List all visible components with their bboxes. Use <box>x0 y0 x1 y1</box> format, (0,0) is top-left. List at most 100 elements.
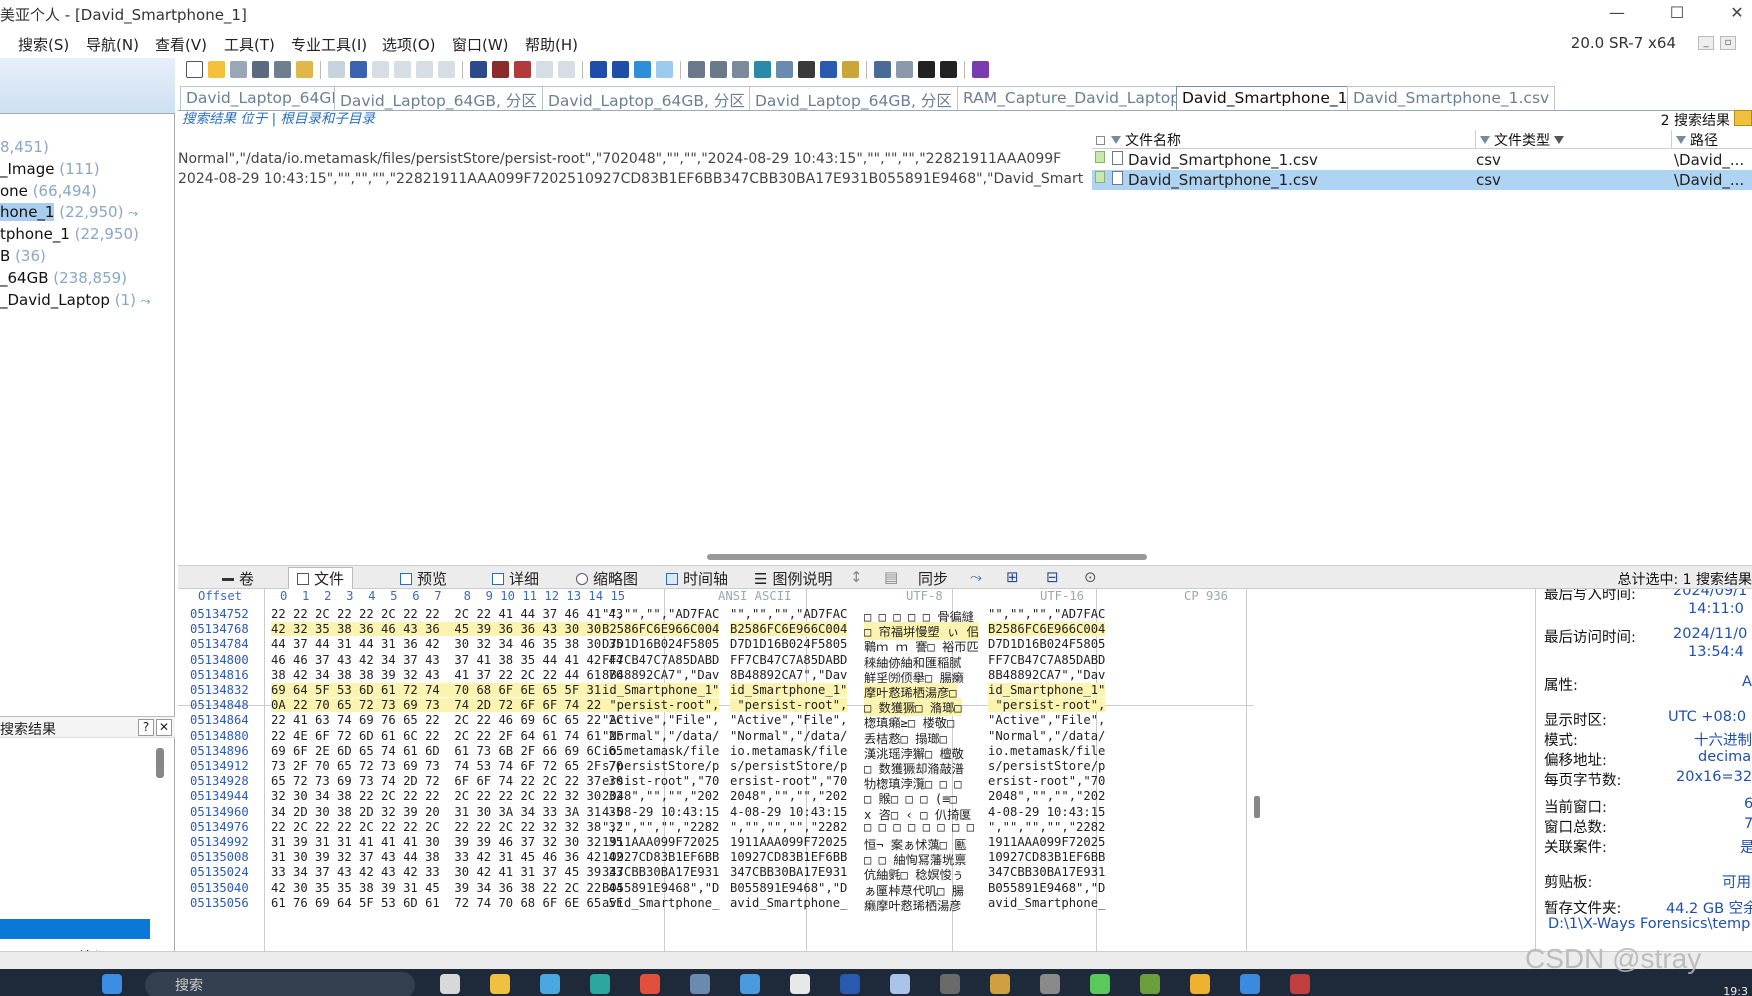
find-icon[interactable]: ⊞ <box>1006 568 1019 586</box>
menu-window[interactable]: 窗口(W) <box>452 34 509 55</box>
app-icon[interactable] <box>690 974 710 994</box>
help-button[interactable]: ? <box>138 719 154 736</box>
column-header-name[interactable]: 文件名称 <box>1092 130 1476 149</box>
tab-ram-capture[interactable]: RAM_Capture_David_Laptop <box>957 86 1187 110</box>
tree-item[interactable]: tphone_1 (22,950) <box>0 225 139 245</box>
tree-item-selected[interactable]: hone_1 (22,950) ⤳ <box>0 203 138 223</box>
open-folder-icon[interactable] <box>208 61 225 78</box>
file-row-selected[interactable]: David_Smartphone_1.csv csv \David_... <box>1092 170 1752 190</box>
forward-icon[interactable] <box>656 61 673 78</box>
properties-icon[interactable] <box>274 61 291 78</box>
tab-file[interactable]: 文件 <box>288 567 354 590</box>
hex-search-icon[interactable] <box>514 61 531 78</box>
tree-item[interactable]: B (36) <box>0 247 46 267</box>
filter-icon[interactable] <box>1111 136 1121 144</box>
filter-icon[interactable] <box>1676 136 1686 144</box>
search-result-selected-row[interactable] <box>0 919 150 939</box>
new-case-icon[interactable] <box>186 61 203 78</box>
edge-icon[interactable] <box>590 974 610 994</box>
app-icon[interactable] <box>790 974 810 994</box>
column-header-path[interactable]: 路径 <box>1672 130 1752 149</box>
tree-item[interactable]: 8,451) <box>0 138 49 158</box>
hex-editor[interactable]: Offset 0 1 2 3 4 5 6 7 8 9 10 11 12 13 1… <box>178 589 1253 951</box>
hex-view-icon[interactable]: ▤ <box>884 568 898 586</box>
tab-legend[interactable]: ☰ 图例说明 <box>754 568 832 589</box>
select-all-checkbox[interactable] <box>1096 136 1105 145</box>
menu-navigate[interactable]: 导航(N) <box>86 34 139 55</box>
app-icon[interactable] <box>1190 974 1210 994</box>
tab-thumbnails[interactable]: 缩略图 <box>576 568 638 589</box>
breadcrumb[interactable]: 搜索结果 位于 | 根目录和子目录 <box>182 107 375 127</box>
tree-item[interactable]: _Image (111) <box>0 160 100 180</box>
app-icon[interactable] <box>740 974 760 994</box>
tab-preview[interactable]: 预览 <box>400 568 447 589</box>
tab-details[interactable]: 详细 <box>492 568 539 589</box>
menu-help[interactable]: 帮助(H) <box>525 34 578 55</box>
pane-close-button[interactable]: ✕ <box>156 719 172 736</box>
app-icon[interactable] <box>1140 974 1160 994</box>
copy-icon[interactable] <box>350 61 367 78</box>
menu-search[interactable]: 搜索(S) <box>18 34 69 55</box>
split-icon[interactable]: ↕ <box>850 568 863 586</box>
table-icon[interactable] <box>896 61 913 78</box>
taskbar-search[interactable]: 搜索 <box>145 972 415 996</box>
next-icon[interactable] <box>940 61 957 78</box>
prev-icon[interactable] <box>918 61 935 78</box>
export-icon[interactable] <box>296 61 313 78</box>
left-scrollbar[interactable] <box>156 748 164 778</box>
column-header-type[interactable]: 文件类型 <box>1476 130 1672 149</box>
app-icon[interactable] <box>890 974 910 994</box>
child-minimize-icon[interactable]: _ <box>1698 36 1714 50</box>
temp-folder-path[interactable]: D:\1\X-Ways Forensics\temp <box>1548 916 1750 932</box>
tab-timeline[interactable]: 时间轴 <box>666 568 728 589</box>
start-icon[interactable] <box>102 974 122 994</box>
menu-view[interactable]: 查看(V) <box>155 34 207 55</box>
maximize-button[interactable]: ☐ <box>1654 0 1700 28</box>
sync-link-icon[interactable]: ⤳ <box>970 568 982 586</box>
find-text-icon[interactable] <box>470 61 487 78</box>
app-icon[interactable] <box>940 974 960 994</box>
replace-text-icon[interactable] <box>536 61 553 78</box>
tab-sync[interactable]: 同步 <box>918 568 948 589</box>
app-icon[interactable] <box>440 974 460 994</box>
filter-icon[interactable] <box>1480 136 1490 144</box>
menu-pro-tools[interactable]: 专业工具(I) <box>291 34 367 55</box>
ram-icon[interactable] <box>732 61 749 78</box>
goto-sector-icon[interactable] <box>612 61 629 78</box>
calculator-icon[interactable] <box>754 61 771 78</box>
tab-laptop-partition-4[interactable]: David_Laptop_64GB, 分区 4 <box>749 86 973 110</box>
app-icon[interactable] <box>1240 974 1260 994</box>
tab-volume[interactable]: 卷 <box>222 568 254 589</box>
grid-icon[interactable] <box>874 61 891 78</box>
book-icon[interactable] <box>972 61 989 78</box>
browser-icon[interactable] <box>640 974 660 994</box>
tree-item[interactable]: _David_Laptop (1) ⤳ <box>0 291 150 311</box>
horizontal-scrollbar[interactable] <box>707 554 1147 560</box>
tab-smartphone-csv[interactable]: David_Smartphone_1.csv <box>1347 86 1556 110</box>
menu-options[interactable]: 选项(O) <box>382 34 436 55</box>
goto-offset-icon[interactable] <box>590 61 607 78</box>
back-icon[interactable] <box>634 61 651 78</box>
cut-icon[interactable] <box>372 61 389 78</box>
store-icon[interactable] <box>540 974 560 994</box>
disk-tools-icon[interactable] <box>710 61 727 78</box>
tree-item[interactable]: _64GB (238,859) <box>0 269 127 289</box>
child-restore-icon[interactable]: ▫ <box>1720 36 1736 50</box>
picture-icon[interactable] <box>820 61 837 78</box>
wechat-icon[interactable] <box>1090 974 1110 994</box>
file-row[interactable]: David_Smartphone_1.csv csv \David_... <box>1092 150 1752 170</box>
fill-icon[interactable] <box>438 61 455 78</box>
find-hex-icon[interactable] <box>492 61 509 78</box>
undo-icon[interactable] <box>328 61 345 78</box>
tree-item[interactable]: one (66,494) <box>0 182 97 202</box>
minimize-button[interactable]: — <box>1594 0 1640 28</box>
paste-special-icon[interactable] <box>416 61 433 78</box>
tab-smartphone[interactable]: David_Smartphone_1 <box>1176 86 1354 110</box>
menu-tools[interactable]: 工具(T) <box>224 34 275 55</box>
comment-icon[interactable] <box>798 61 815 78</box>
explorer-icon[interactable] <box>490 974 510 994</box>
paste-icon[interactable] <box>394 61 411 78</box>
app-icon[interactable] <box>990 974 1010 994</box>
save-icon[interactable] <box>230 61 247 78</box>
close-button[interactable]: ✕ <box>1714 0 1752 28</box>
